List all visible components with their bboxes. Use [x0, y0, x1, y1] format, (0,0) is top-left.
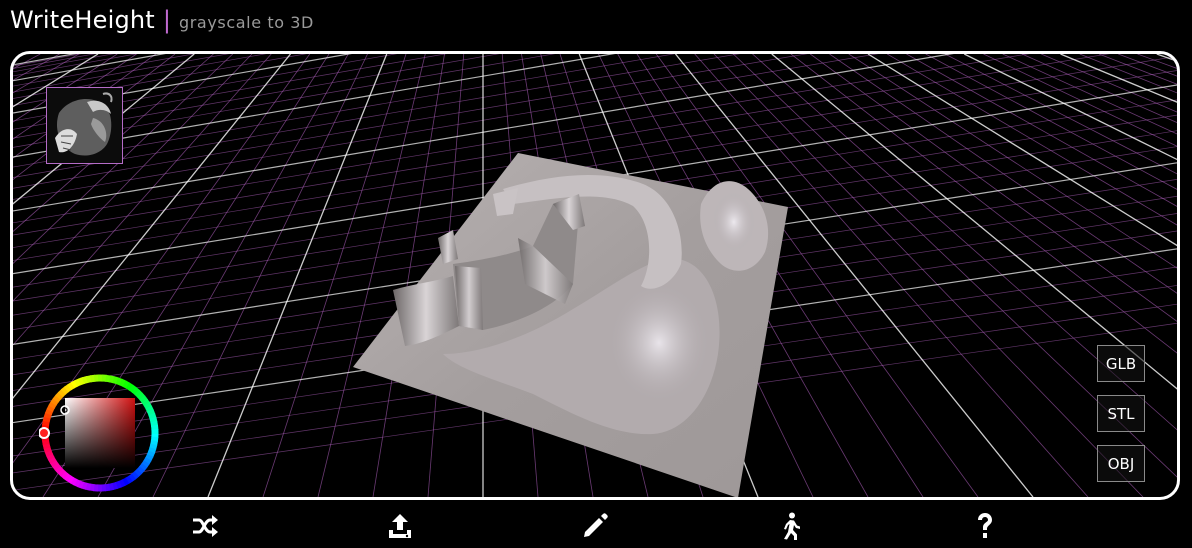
export-glb-button[interactable]: GLB	[1097, 345, 1145, 382]
walk-icon	[784, 512, 800, 540]
bottom-toolbar	[0, 505, 1192, 548]
walk-button[interactable]	[772, 511, 808, 541]
grayscale-heightmap-thumbnail-icon	[47, 88, 122, 163]
pencil-icon	[584, 513, 608, 537]
app-header: WriteHeight | grayscale to 3D	[10, 6, 314, 38]
3d-scene[interactable]	[13, 54, 1177, 497]
export-obj-button[interactable]: OBJ	[1097, 445, 1145, 482]
shuffle-button[interactable]	[187, 511, 223, 541]
upload-button[interactable]	[382, 511, 418, 541]
upload-icon	[389, 514, 411, 538]
color-picker[interactable]	[38, 372, 161, 497]
title-separator: |	[162, 6, 171, 34]
shuffle-icon	[193, 515, 218, 537]
app-subtitle: grayscale to 3D	[179, 13, 314, 32]
app-title: WriteHeight	[10, 6, 155, 34]
color-wheel-icon	[38, 374, 159, 492]
draw-button[interactable]	[577, 511, 613, 541]
heightmap-thumbnail[interactable]	[46, 87, 123, 164]
help-button[interactable]	[967, 511, 1003, 541]
help-icon	[978, 513, 992, 538]
heightmap-mesh[interactable]	[353, 153, 788, 497]
3d-viewport[interactable]: GLB STL OBJ	[10, 51, 1180, 500]
export-stl-button[interactable]: STL	[1097, 395, 1145, 432]
